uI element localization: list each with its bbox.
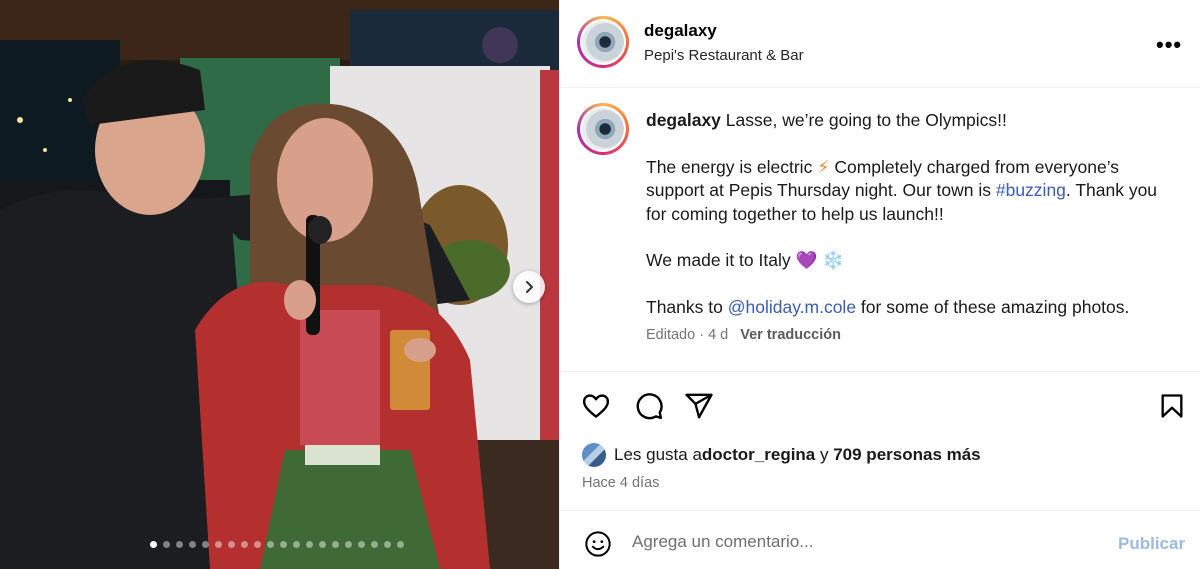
avatar-image — [582, 108, 624, 150]
likes-summary: Les gusta a doctor_regina y 709 personas… — [582, 443, 981, 467]
likes-prefix: Les gusta a — [614, 445, 702, 464]
author-username[interactable]: degalaxy — [644, 21, 717, 41]
likes-count[interactable]: 709 personas más — [833, 445, 980, 465]
comment-bar: Publicar — [560, 512, 1200, 569]
comment-input[interactable] — [632, 532, 1092, 552]
carousel-dot — [189, 541, 196, 548]
emoji-button[interactable] — [582, 528, 614, 560]
carousel-dot — [267, 541, 274, 548]
carousel-dot — [228, 541, 235, 548]
post-actions: Les gusta a doctor_regina y 709 personas… — [560, 373, 1200, 511]
carousel-dot — [150, 541, 157, 548]
caption-username[interactable]: degalaxy — [646, 110, 721, 130]
carousel-dots — [150, 541, 404, 548]
avatar-image — [582, 21, 624, 63]
caption-text-segment: for some of these amazing photos. — [856, 296, 1130, 317]
more-options-icon[interactable]: ••• — [1156, 32, 1182, 58]
post-side-panel: degalaxy Pepi's Restaurant & Bar ••• deg… — [559, 0, 1200, 569]
carousel-dot — [254, 541, 261, 548]
carousel-dot — [306, 541, 313, 548]
likes-joiner: y — [815, 445, 834, 464]
carousel-dot — [319, 541, 326, 548]
edited-timestamp: Editado · 4 d — [646, 327, 729, 343]
caption-text-segment: We made it to Italy — [646, 250, 796, 270]
caption-text: degalaxy Lasse, we’re going to the Olymp… — [646, 109, 1166, 342]
liker-username[interactable]: doctor_regina — [702, 445, 815, 465]
heart-icon — [582, 394, 610, 418]
author-avatar[interactable] — [577, 16, 629, 68]
carousel-dot — [397, 541, 404, 548]
post-header: degalaxy Pepi's Restaurant & Bar ••• — [560, 0, 1200, 88]
caption-line: Lasse, we’re going to the Olympics!! — [725, 110, 1007, 130]
liker-avatar[interactable] — [582, 443, 606, 467]
comment-button[interactable] — [633, 390, 665, 422]
caption-text-segment: The energy is electric — [646, 156, 818, 177]
carousel-dot — [371, 541, 378, 548]
carousel-dot — [293, 541, 300, 548]
post-media[interactable] — [0, 0, 559, 569]
carousel-dot — [358, 541, 365, 548]
carousel-dot — [163, 541, 170, 548]
caption-meta: Editado · 4 d Ver traducción — [646, 327, 841, 343]
carousel-dot — [280, 541, 287, 548]
heart-snowflake-emojis: 💜 ❄️ — [795, 250, 844, 270]
carousel-dot — [176, 541, 183, 548]
bookmark-icon — [1161, 394, 1183, 418]
carousel-dot — [345, 541, 352, 548]
caption-author-avatar[interactable] — [577, 103, 629, 155]
hashtag-link[interactable]: #buzzing — [996, 180, 1066, 200]
share-button[interactable] — [683, 390, 715, 422]
post-location[interactable]: Pepi's Restaurant & Bar — [644, 47, 804, 64]
publish-button[interactable]: Publicar — [1118, 534, 1185, 554]
post-caption: degalaxy Lasse, we’re going to the Olymp… — [560, 89, 1200, 372]
lightning-emoji: ⚡ — [817, 156, 830, 177]
translate-link[interactable]: Ver traducción — [740, 327, 841, 343]
carousel-dot — [241, 541, 248, 548]
save-button[interactable] — [1156, 390, 1188, 422]
like-button[interactable] — [580, 390, 612, 422]
carousel-dot — [215, 541, 222, 548]
comment-icon — [636, 393, 663, 420]
post-photo — [0, 0, 559, 569]
mention-link[interactable]: @holiday.m.cole — [728, 297, 856, 317]
carousel-dot — [202, 541, 209, 548]
carousel-dot — [384, 541, 391, 548]
carousel-next-button[interactable] — [513, 271, 545, 303]
post-time[interactable]: Hace 4 días — [582, 475, 659, 491]
share-icon — [685, 393, 713, 419]
caption-text-segment: Thanks to — [646, 296, 728, 317]
chevron-right-icon — [526, 281, 533, 293]
emoji-icon — [585, 531, 611, 557]
carousel-dot — [332, 541, 339, 548]
